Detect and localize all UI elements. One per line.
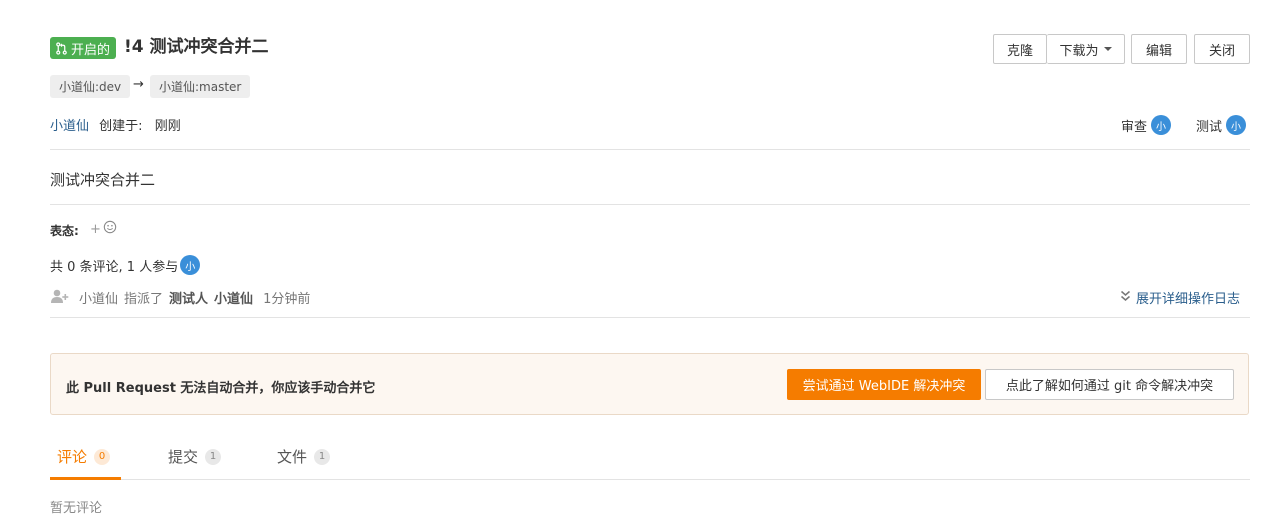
page-title: !4 测试冲突合并二 xyxy=(124,37,269,57)
double-chevron-down-icon xyxy=(1120,290,1131,306)
activity-target[interactable]: 小道仙 xyxy=(214,288,253,307)
activity-actor[interactable]: 小道仙 xyxy=(79,288,118,307)
divider xyxy=(50,149,1250,150)
pr-description: 测试冲突合并二 xyxy=(50,171,156,189)
tab-label: 提交 xyxy=(168,448,199,466)
branch-arrow: → xyxy=(133,77,144,92)
expand-log-link[interactable]: 展开详细操作日志 xyxy=(1120,288,1240,307)
divider xyxy=(50,317,1250,318)
chevron-down-icon xyxy=(1103,47,1112,51)
tab-commits[interactable]: 提交 1 xyxy=(168,446,222,467)
expand-log-label: 展开详细操作日志 xyxy=(1136,292,1241,307)
reactions-label: 表态: xyxy=(50,224,79,238)
tab-comments[interactable]: 评论 0 xyxy=(57,446,111,467)
tab-label: 评论 xyxy=(57,448,88,466)
resolve-webide-button[interactable]: 尝试通过 WebIDE 解决冲突 xyxy=(787,369,981,400)
reviewer-role: 测试 xyxy=(1196,119,1223,135)
active-tab-indicator xyxy=(50,477,121,480)
reviewer-review[interactable]: 审查 小 xyxy=(1121,115,1172,135)
smiley-icon xyxy=(103,220,117,238)
comment-summary: 共 0 条评论, 1 人参与 小 xyxy=(50,255,201,275)
clone-download-group: 克隆 下载为 xyxy=(993,34,1125,64)
created-label: 创建于: xyxy=(99,119,143,134)
avatar: 小 xyxy=(1151,115,1172,135)
reviewer-role: 审查 xyxy=(1121,119,1148,135)
status-badge: 开启的 xyxy=(50,37,117,59)
status-label: 开启的 xyxy=(71,42,111,58)
close-pr-button[interactable]: 关闭 xyxy=(1194,34,1250,64)
download-button[interactable]: 下载为 xyxy=(1047,34,1125,64)
created-time: 刚刚 xyxy=(154,119,181,134)
activity-target[interactable]: 测试人 xyxy=(169,288,208,307)
merge-conflict-message: 此 Pull Request 无法自动合并，你应该手动合并它 xyxy=(66,381,376,396)
tab-files[interactable]: 文件 1 xyxy=(277,446,331,467)
empty-comments-text: 暂无评论 xyxy=(50,501,103,516)
plus-icon: + xyxy=(90,221,101,237)
target-branch[interactable]: 小道仙:master xyxy=(150,75,251,98)
activity-action: 指派了 xyxy=(124,292,164,307)
count-badge: 1 xyxy=(205,448,222,465)
clone-button[interactable]: 克隆 xyxy=(993,34,1047,64)
download-label: 下载为 xyxy=(1059,43,1099,59)
source-branch[interactable]: 小道仙:dev xyxy=(50,75,131,98)
assign-user-icon xyxy=(50,289,69,307)
author-link[interactable]: 小道仙 xyxy=(50,119,89,134)
pull-request-icon xyxy=(55,41,68,55)
add-reaction-button[interactable]: + xyxy=(90,220,117,238)
created-meta: 小道仙 创建于: 刚刚 xyxy=(50,115,181,134)
tab-label: 文件 xyxy=(277,448,308,466)
reviewer-test[interactable]: 测试 小 xyxy=(1196,115,1247,135)
avatar[interactable]: 小 xyxy=(180,255,201,275)
avatar: 小 xyxy=(1226,115,1247,135)
tabs-divider xyxy=(50,479,1250,480)
git-help-button[interactable]: 点此了解如何通过 git 命令解决冲突 xyxy=(985,369,1234,400)
count-badge: 0 xyxy=(94,448,111,465)
activity-time: 1分钟前 xyxy=(263,292,311,307)
count-badge: 1 xyxy=(314,448,331,465)
edit-button[interactable]: 编辑 xyxy=(1131,34,1187,64)
activity-item: 小道仙 指派了 测试人 小道仙 1分钟前 xyxy=(50,288,310,307)
divider xyxy=(50,204,1250,205)
summary-text: 共 0 条评论, 1 人参与 xyxy=(50,259,179,275)
